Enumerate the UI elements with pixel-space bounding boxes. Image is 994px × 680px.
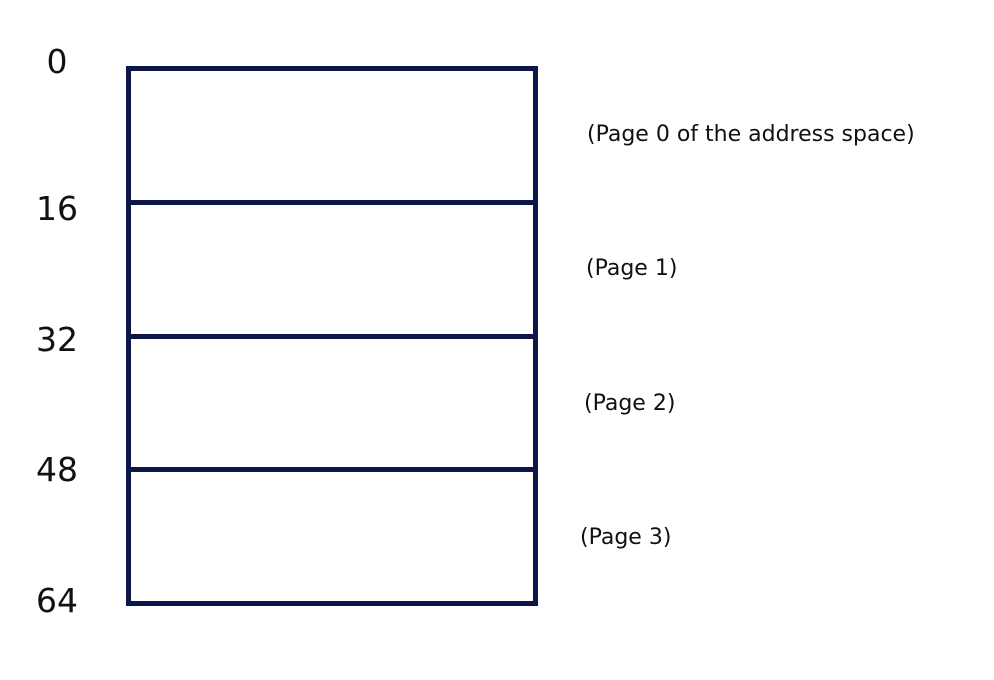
- page-label-3: (Page 3): [580, 525, 672, 550]
- page-label-2: (Page 2): [584, 391, 676, 416]
- address-label-32: 32: [36, 320, 78, 359]
- address-label-16: 16: [36, 189, 78, 228]
- address-space-diagram: 0 16 32 48 64 (Page 0 of the address spa…: [0, 0, 994, 680]
- page-label-0: (Page 0 of the address space): [587, 122, 915, 147]
- page-block-3: [126, 467, 538, 606]
- address-label-48: 48: [36, 450, 78, 489]
- page-block-2: [126, 334, 538, 473]
- page-block-1: [126, 200, 538, 339]
- page-label-1: (Page 1): [586, 256, 678, 281]
- address-label-64: 64: [36, 581, 78, 620]
- page-block-0: [126, 66, 538, 205]
- address-label-0: 0: [46, 42, 68, 81]
